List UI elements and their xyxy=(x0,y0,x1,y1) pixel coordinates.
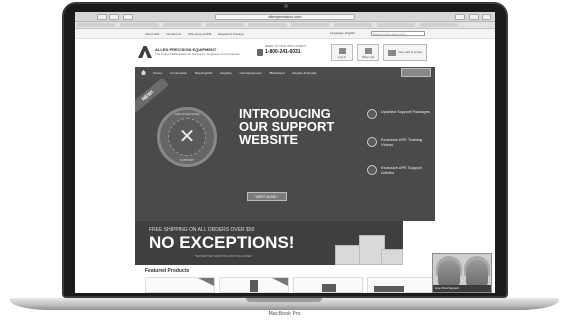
login-button[interactable]: Log In xyxy=(331,44,353,61)
utility-link-why-shop[interactable]: Why shop at APE xyxy=(188,32,211,36)
hero-banner[interactable]: NEW! APE ADVANTAGE ✕ SUPPORT INTRODUCING… xyxy=(135,79,435,221)
feature-item: Exclusive APE Training Videos xyxy=(367,137,435,165)
nav-items: Survey Construction Mapping/GIS Supplies… xyxy=(153,71,324,75)
site-header: ALLEN PRECISION EQUIPMENT The Online Mar… xyxy=(135,39,435,67)
device-brand-label: MacBook Pro xyxy=(268,311,301,317)
product-image xyxy=(250,280,258,292)
video-icon xyxy=(367,137,377,147)
bookmark-item[interactable] xyxy=(77,23,115,27)
bookmarks-bar xyxy=(75,22,495,29)
bookmark-item[interactable] xyxy=(419,23,458,27)
agent-photo xyxy=(466,260,488,286)
hero-title: INTRODUCING OUR SUPPORT WEBSITE xyxy=(239,106,335,147)
tabs-button[interactable] xyxy=(469,14,479,20)
featured-products-title: Featured Products xyxy=(145,268,190,274)
utility-links: About APE Contact Us Why shop at APE Req… xyxy=(145,32,249,36)
live-chat-label: Live Chat Support xyxy=(433,285,491,292)
utility-link-training[interactable]: Request A Training xyxy=(218,32,243,36)
nav-item-supplies[interactable]: Supplies xyxy=(220,71,232,75)
feature-text: Exclusive APE Support Articles xyxy=(381,165,422,175)
browser-toolbar: allenprecision.com xyxy=(75,12,495,28)
document-icon xyxy=(367,165,377,175)
forward-button[interactable] xyxy=(109,14,119,20)
promo-big-text: NO EXCEPTIONS! xyxy=(149,233,295,252)
product-card[interactable] xyxy=(219,277,289,293)
bookmark-item[interactable] xyxy=(248,23,287,27)
gear-check-icon xyxy=(367,109,377,119)
promo-fine-print: *EXPEDITED SHIPPING NOT INCLUDED xyxy=(195,254,252,258)
utility-bar: About APE Contact Us Why shop at APE Req… xyxy=(75,29,495,39)
new-corner-badge xyxy=(272,278,288,286)
login-label: Log In xyxy=(337,55,347,59)
live-chat-widget[interactable]: Live Chat Support xyxy=(432,253,492,293)
list-icon xyxy=(365,48,372,54)
bookmark-item[interactable] xyxy=(205,23,244,27)
badge-top-text: APE ADVANTAGE xyxy=(174,112,200,116)
address-bar[interactable]: allenprecision.com xyxy=(215,14,355,20)
box-image xyxy=(381,249,403,265)
nav-item-repairs-rentals[interactable]: Repairs & Rentals xyxy=(292,71,316,75)
logo-tagline: The Online Marketplace for Surveyors, En… xyxy=(155,52,240,56)
back-button[interactable] xyxy=(97,14,107,20)
language-select[interactable]: Language: English xyxy=(330,31,366,36)
product-image xyxy=(374,286,404,292)
bookmark-item[interactable] xyxy=(376,23,415,27)
hero-features: Updated Support Packages Exclusive APE T… xyxy=(367,109,435,193)
laptop-frame: allenprecision.com About APE Contact Us … xyxy=(0,0,569,324)
screen: allenprecision.com About APE Contact Us … xyxy=(75,12,495,293)
search-input[interactable]: Search entire store here xyxy=(371,31,425,36)
call-label: NEED TO TALK WITH A PRO? xyxy=(265,44,307,48)
new-tab-button[interactable] xyxy=(482,14,491,20)
new-corner-badge xyxy=(198,278,214,286)
camera-dot xyxy=(284,4,288,8)
shipping-promo-banner[interactable]: FREE SHIPPING ON ALL ORDERS OVER $50 NO … xyxy=(135,221,435,265)
product-card[interactable] xyxy=(145,277,215,293)
feature-text: Updated Support Packages xyxy=(381,109,430,114)
agent-photo xyxy=(438,260,460,286)
support-badge: APE ADVANTAGE ✕ SUPPORT xyxy=(157,107,217,167)
feature-item: Updated Support Packages xyxy=(367,109,435,137)
tools-icon: ✕ xyxy=(178,124,196,148)
badge-inner: ✕ xyxy=(168,118,206,156)
user-icon xyxy=(339,48,346,54)
badge-bottom-text: SUPPORT xyxy=(179,158,195,162)
ape-logo-icon[interactable] xyxy=(138,46,152,58)
feature-item: Exclusive APE Support Articles xyxy=(367,165,435,193)
feature-text: Exclusive APE Training Videos xyxy=(381,137,423,147)
bookmark-item[interactable] xyxy=(334,23,373,27)
cart-button[interactable]: Your cart is empty xyxy=(383,44,427,61)
visit-now-label: VISIT NOW xyxy=(255,194,277,199)
promo-side-panel xyxy=(403,221,435,265)
shoplist-button[interactable]: Shop List xyxy=(357,44,379,61)
nav-item-mapping[interactable]: Mapping/GIS xyxy=(195,71,213,75)
nav-item-blackboard[interactable]: Blackboard xyxy=(270,71,285,75)
cart-label: Your cart is empty xyxy=(398,50,422,54)
nav-promo-badge[interactable] xyxy=(401,68,431,77)
new-ribbon: NEW! xyxy=(135,79,169,115)
bookmark-item[interactable] xyxy=(162,23,201,27)
shoplist-label: Shop List xyxy=(361,55,375,59)
base-notch xyxy=(246,298,322,302)
product-image xyxy=(322,284,336,292)
phone-icon xyxy=(257,49,263,56)
nav-item-used-equipment[interactable]: Used Equipment xyxy=(240,71,262,75)
cart-icon xyxy=(388,50,396,56)
home-icon[interactable] xyxy=(141,70,146,75)
utility-link-contact[interactable]: Contact Us xyxy=(166,32,181,36)
phone-number[interactable]: 1-800-241-6031 xyxy=(265,49,301,55)
nav-item-construction[interactable]: Construction xyxy=(170,71,187,75)
visit-now-button[interactable]: VISIT NOW › xyxy=(247,192,287,201)
share-button[interactable] xyxy=(455,14,465,20)
main-nav: Survey Construction Mapping/GIS Supplies… xyxy=(135,67,435,79)
bookmark-item[interactable] xyxy=(119,23,158,27)
utility-link-about[interactable]: About APE xyxy=(145,32,160,36)
bookmark-item[interactable] xyxy=(291,23,330,27)
product-card[interactable] xyxy=(367,277,437,293)
sidebar-button[interactable] xyxy=(123,14,133,20)
nav-item-survey[interactable]: Survey xyxy=(153,71,162,75)
product-card[interactable] xyxy=(293,277,363,293)
